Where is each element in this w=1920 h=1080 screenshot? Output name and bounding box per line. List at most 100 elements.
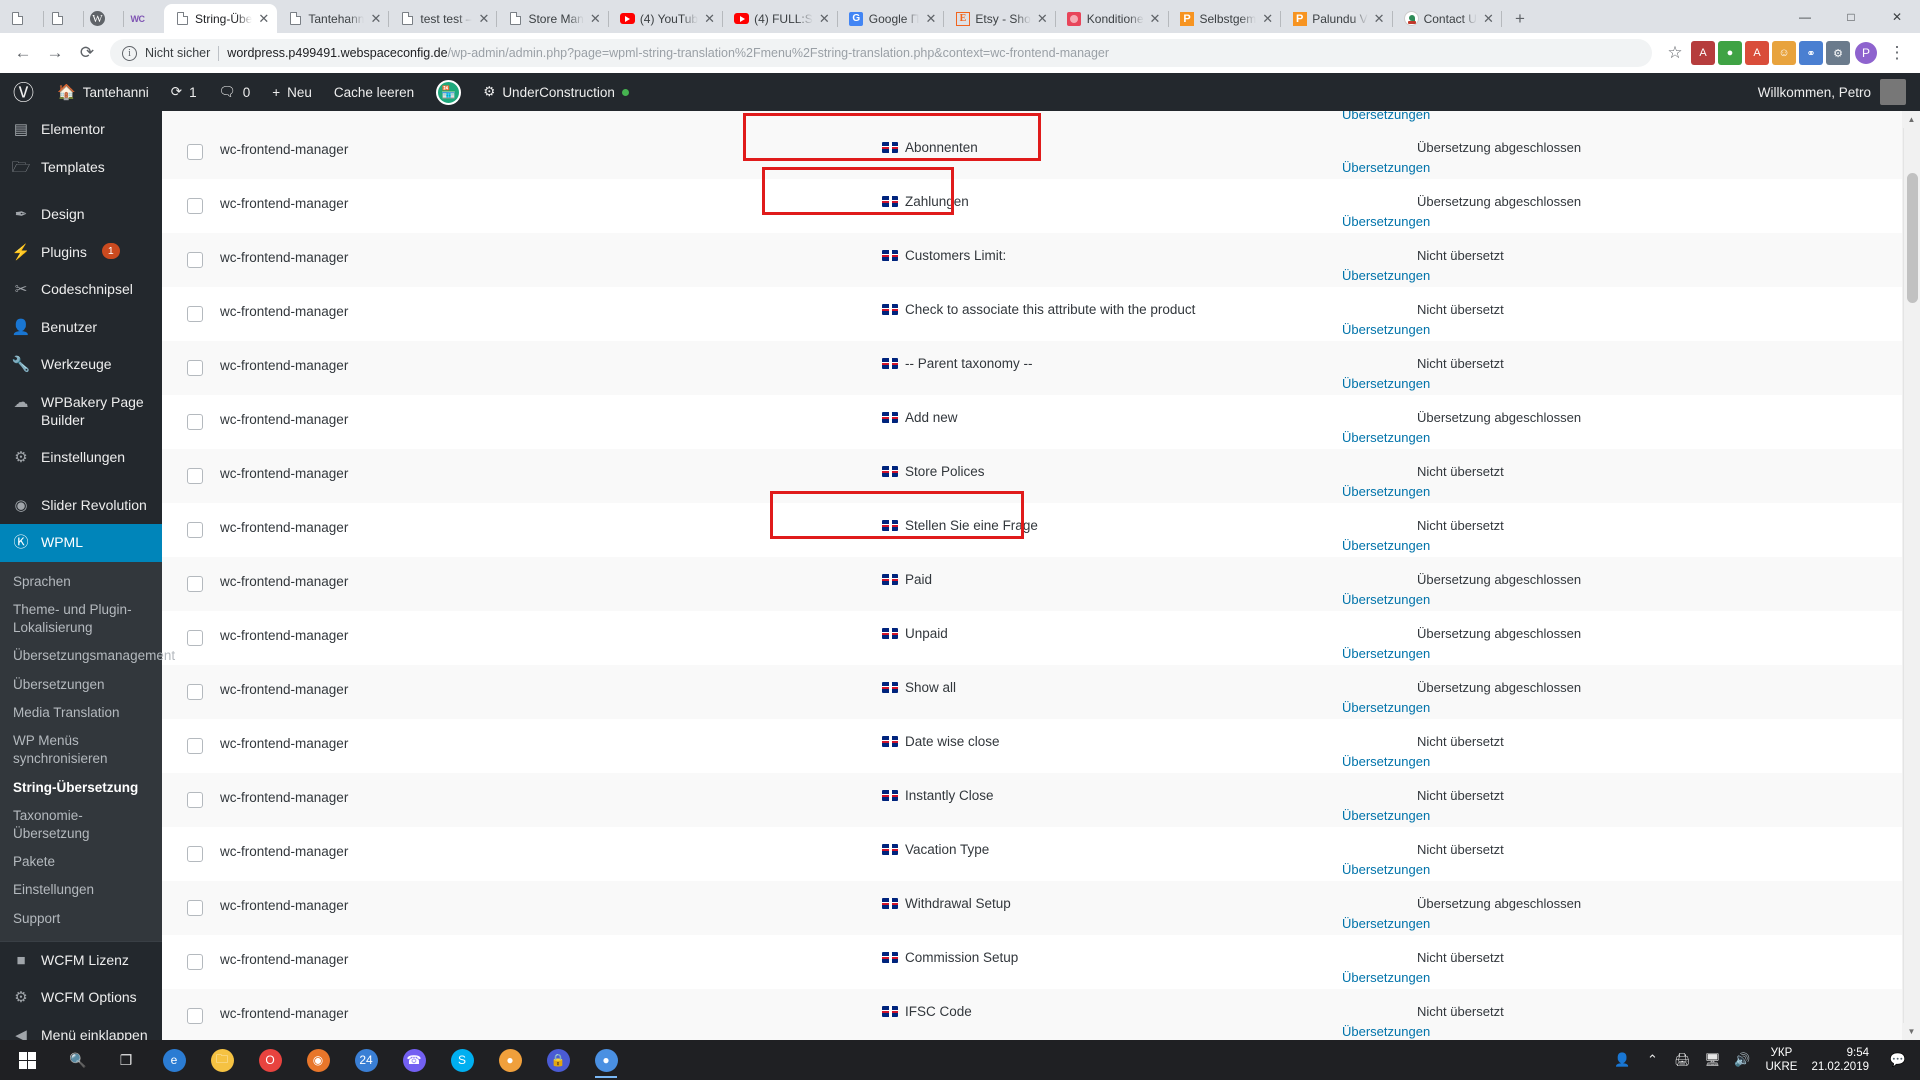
- row-checkbox[interactable]: [187, 522, 203, 538]
- taskbar-chrome-icon[interactable]: ●: [582, 1040, 630, 1080]
- tray-clock[interactable]: 9:54 21.02.2019: [1805, 1046, 1883, 1075]
- browser-tab[interactable]: E Etsy - Sho ✕: [944, 4, 1057, 33]
- tab-close-icon[interactable]: ✕: [1149, 12, 1162, 25]
- tab-close-icon[interactable]: ✕: [703, 12, 716, 25]
- translations-link[interactable]: Übersetzungen: [1342, 430, 1430, 445]
- browser-tab[interactable]: WC: [124, 4, 164, 33]
- wp-menu-item-plugins[interactable]: ⚡ Plugins 1: [0, 234, 162, 272]
- browser-tab[interactable]: G Google П ✕: [838, 4, 945, 33]
- row-checkbox[interactable]: [187, 306, 203, 322]
- profile-avatar[interactable]: P: [1851, 38, 1881, 68]
- tab-close-icon[interactable]: ✕: [477, 12, 490, 25]
- tray-notification-icon[interactable]: 💬: [1883, 1040, 1913, 1080]
- translations-link[interactable]: Übersetzungen: [1342, 322, 1430, 337]
- wpml-submenu-item-übersetzungsmanagement[interactable]: Übersetzungsmanagement: [0, 642, 175, 670]
- wp-menu-item-wpbakery-page-builder[interactable]: ☁ WPBakery Page Builder: [0, 384, 162, 440]
- tab-close-icon[interactable]: ✕: [589, 12, 602, 25]
- tab-close-icon[interactable]: ✕: [924, 12, 937, 25]
- taskbar-file-explorer-icon[interactable]: 🗀: [198, 1040, 246, 1080]
- admin-bar-underconstruction[interactable]: ⚙ UnderConstruction: [472, 73, 640, 111]
- taskbar-skype-icon[interactable]: S: [438, 1040, 486, 1080]
- tab-close-icon[interactable]: ✕: [1036, 12, 1049, 25]
- scrollbar-thumb[interactable]: [1907, 173, 1918, 303]
- chrome-menu-button[interactable]: ⋮: [1882, 38, 1912, 68]
- taskbar-lock-app-icon[interactable]: 🔒: [534, 1040, 582, 1080]
- translations-link[interactable]: Übersetzungen: [1342, 538, 1430, 553]
- tab-close-icon[interactable]: ✕: [257, 12, 270, 25]
- wpml-submenu-item-einstellungen[interactable]: Einstellungen: [0, 876, 162, 904]
- browser-tab[interactable]: [44, 4, 84, 33]
- site-info-icon[interactable]: i: [122, 45, 137, 61]
- browser-tab[interactable]: Contact U ✕: [1393, 4, 1503, 33]
- translations-link[interactable]: Übersetzungen: [1342, 160, 1430, 175]
- wp-menu-item-benutzer[interactable]: 👤 Benutzer: [0, 309, 162, 347]
- taskbar-media-player-icon[interactable]: 24: [342, 1040, 390, 1080]
- browser-tab[interactable]: W: [84, 4, 124, 33]
- scroll-down-arrow-icon[interactable]: ▼: [1903, 1023, 1920, 1040]
- page-scrollbar[interactable]: ▲ ▼: [1903, 111, 1920, 1040]
- row-checkbox[interactable]: [187, 900, 203, 916]
- tray-language-indicator[interactable]: УКР UKRE: [1757, 1046, 1805, 1075]
- admin-bar-wcfm[interactable]: 🏪: [425, 73, 472, 111]
- row-checkbox[interactable]: [187, 468, 203, 484]
- wp-menu-item-slider-revolution[interactable]: ◉ Slider Revolution: [0, 487, 162, 525]
- taskbar-opera-icon[interactable]: O: [246, 1040, 294, 1080]
- translations-link[interactable]: Übersetzungen: [1342, 214, 1430, 229]
- row-checkbox[interactable]: [187, 684, 203, 700]
- browser-tab[interactable]: [4, 4, 44, 33]
- task-view-icon[interactable]: ❐: [102, 1040, 150, 1080]
- translations-link[interactable]: Übersetzungen: [1342, 754, 1430, 769]
- wpml-submenu-item-wp-menüs-synchronisieren[interactable]: WP Menüs synchronisieren: [0, 727, 162, 773]
- wpml-submenu-item-string-übersetzung[interactable]: String-Übersetzung: [0, 774, 162, 802]
- taskbar-photos-icon[interactable]: ●: [486, 1040, 534, 1080]
- smiley-extension-icon[interactable]: ☺: [1772, 41, 1796, 65]
- row-checkbox[interactable]: [187, 414, 203, 430]
- translations-link[interactable]: Übersetzungen: [1342, 376, 1430, 391]
- tray-printer-icon[interactable]: 🖨: [1667, 1040, 1697, 1080]
- admin-bar-account[interactable]: Willkommen, Petro: [1758, 79, 1920, 105]
- wp-menu-item-elementor[interactable]: ▤ Elementor: [0, 111, 162, 149]
- address-bar[interactable]: i Nicht sicher wordpress.p499491.webspac…: [110, 39, 1652, 67]
- admin-bar-clear-cache[interactable]: Cache leeren: [323, 73, 425, 111]
- wp-menu-item-menü-einklappen[interactable]: ◀ Menü einklappen: [0, 1017, 162, 1040]
- row-checkbox[interactable]: [187, 846, 203, 862]
- row-checkbox[interactable]: [187, 198, 203, 214]
- forward-button[interactable]: →: [40, 38, 70, 68]
- taskbar-viber-icon[interactable]: ☎: [390, 1040, 438, 1080]
- shield-extension-icon[interactable]: ●: [1718, 41, 1742, 65]
- taskbar-search-icon[interactable]: 🔍: [54, 1040, 102, 1080]
- browser-tab[interactable]: P Palundu V ✕: [1281, 4, 1393, 33]
- row-checkbox[interactable]: [187, 144, 203, 160]
- translations-link[interactable]: Übersetzungen: [1342, 970, 1430, 985]
- wpml-submenu-item-taxonomie-übersetzung[interactable]: Taxonomie-Übersetzung: [0, 802, 162, 848]
- minimize-button[interactable]: —: [1782, 0, 1828, 33]
- tab-close-icon[interactable]: ✕: [818, 12, 831, 25]
- wp-menu-item-design[interactable]: ✒ Design: [0, 196, 162, 234]
- wp-menu-item-werkzeuge[interactable]: 🔧 Werkzeuge: [0, 346, 162, 384]
- row-checkbox[interactable]: [187, 360, 203, 376]
- wpml-submenu-item-übersetzungen[interactable]: Übersetzungen: [0, 671, 162, 699]
- tray-expand-chevron-icon[interactable]: ⌃: [1637, 1040, 1667, 1080]
- wp-menu-item-templates[interactable]: 🗁 Templates: [0, 149, 162, 187]
- admin-bar-new[interactable]: + Neu: [261, 73, 323, 111]
- browser-tab[interactable]: P Selbstgem ✕: [1169, 4, 1282, 33]
- translations-link[interactable]: Übersetzungen: [1342, 808, 1430, 823]
- admin-bar-comments[interactable]: 🗨 0: [208, 73, 262, 111]
- admin-bar-site-name[interactable]: 🏠 Tantehanni: [46, 73, 160, 111]
- row-checkbox[interactable]: [187, 954, 203, 970]
- browser-tab[interactable]: (4) FULL:S ✕: [723, 4, 838, 33]
- tab-close-icon[interactable]: ✕: [369, 12, 382, 25]
- row-checkbox[interactable]: [187, 252, 203, 268]
- translations-link[interactable]: Übersetzungen: [1342, 592, 1430, 607]
- tray-people-icon[interactable]: 👤: [1607, 1040, 1637, 1080]
- close-window-button[interactable]: ✕: [1874, 0, 1920, 33]
- tray-monitor-icon[interactable]: 🖥: [1697, 1040, 1727, 1080]
- translations-link[interactable]: Übersetzungen: [1342, 862, 1430, 877]
- back-button[interactable]: ←: [8, 38, 38, 68]
- link-extension-icon[interactable]: ⚭: [1799, 41, 1823, 65]
- gear-extension-icon[interactable]: ⚙: [1826, 41, 1850, 65]
- translations-link[interactable]: Übersetzungen: [1342, 646, 1430, 661]
- wp-menu-item-wpml[interactable]: Ⓚ WPML: [0, 524, 162, 562]
- translations-link[interactable]: Übersetzungen: [1342, 268, 1430, 283]
- wordpress-logo-icon[interactable]: Ⓥ: [0, 77, 46, 107]
